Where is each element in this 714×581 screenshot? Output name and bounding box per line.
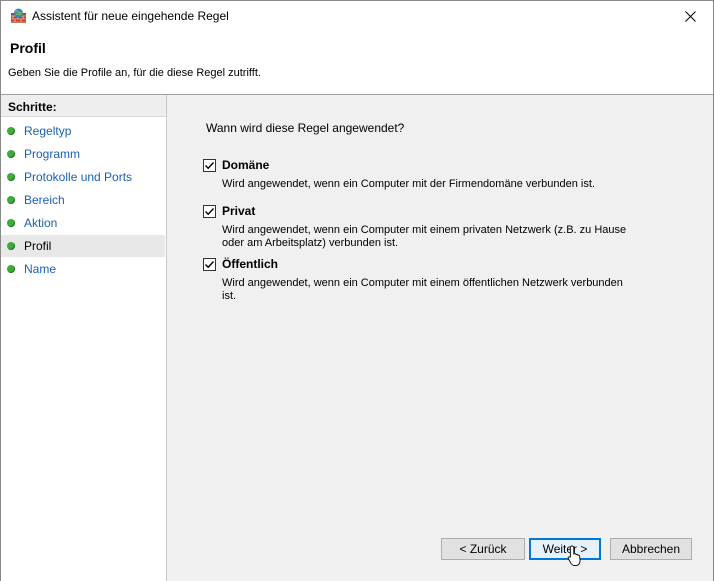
- step-item-aktion[interactable]: Aktion: [1, 212, 165, 234]
- back-button[interactable]: < Zurück: [441, 538, 525, 560]
- option-description: Wird angewendet, wenn ein Computer mit e…: [222, 277, 623, 302]
- step-item-profil[interactable]: Profil: [1, 235, 165, 257]
- domaene-checkbox[interactable]: [203, 159, 216, 172]
- step-item-bereich[interactable]: Bereich: [1, 189, 165, 211]
- page-title: Profil: [10, 40, 46, 56]
- step-label: Aktion: [24, 216, 58, 230]
- step-item-regeltyp[interactable]: Regeltyp: [1, 120, 165, 142]
- checkmark-icon: [205, 162, 215, 170]
- page-description: Geben Sie die Profile an, für die diese …: [8, 67, 261, 79]
- step-status-icon: [7, 242, 15, 250]
- option-title[interactable]: Öffentlich: [222, 257, 278, 271]
- step-label: Name: [24, 262, 57, 276]
- step-status-icon: [7, 265, 15, 273]
- wizard-body: Schritte: Regeltyp Programm Protokolle u…: [1, 95, 713, 581]
- option-title[interactable]: Privat: [222, 204, 255, 218]
- wizard-header: Profil Geben Sie die Profile an, für die…: [1, 32, 713, 94]
- step-label: Profil: [24, 239, 52, 253]
- title-bar[interactable]: Assistent für neue eingehende Regel: [1, 1, 713, 32]
- cancel-button[interactable]: Abbrechen: [610, 538, 692, 560]
- step-status-icon: [7, 219, 15, 227]
- option-title[interactable]: Domäne: [222, 158, 269, 172]
- step-status-icon: [7, 196, 15, 204]
- step-label: Regeltyp: [24, 124, 72, 138]
- step-item-protokolle-und-ports[interactable]: Protokolle und Ports: [1, 166, 165, 188]
- question-text: Wann wird diese Regel angewendet?: [206, 121, 405, 135]
- step-item-name[interactable]: Name: [1, 258, 165, 280]
- oeffentlich-checkbox[interactable]: [203, 258, 216, 271]
- window-title: Assistent für neue eingehende Regel: [32, 9, 229, 23]
- step-item-programm[interactable]: Programm: [1, 143, 165, 165]
- wizard-window: Assistent für neue eingehende Regel Prof…: [0, 0, 714, 581]
- option-description: Wird angewendet, wenn ein Computer mit d…: [222, 178, 595, 190]
- checkmark-icon: [205, 208, 215, 216]
- firewall-icon: [11, 8, 26, 23]
- step-label: Bereich: [24, 193, 65, 207]
- step-label: Protokolle und Ports: [24, 170, 133, 184]
- steps-panel: Schritte: Regeltyp Programm Protokolle u…: [1, 95, 167, 581]
- next-button[interactable]: Weiter >: [529, 538, 601, 560]
- mouse-pointer-icon: [567, 545, 581, 566]
- option-description: Wird angewendet, wenn ein Computer mit e…: [222, 224, 627, 249]
- close-icon: [684, 11, 696, 22]
- step-status-icon: [7, 150, 15, 158]
- steps-heading: Schritte:: [1, 95, 166, 117]
- step-status-icon: [7, 173, 15, 181]
- close-button[interactable]: [667, 1, 713, 32]
- content-panel: Wann wird diese Regel angewendet? Domäne…: [168, 95, 713, 581]
- step-label: Programm: [24, 147, 81, 161]
- checkmark-icon: [205, 261, 215, 269]
- privat-checkbox[interactable]: [203, 205, 216, 218]
- step-status-icon: [7, 127, 15, 135]
